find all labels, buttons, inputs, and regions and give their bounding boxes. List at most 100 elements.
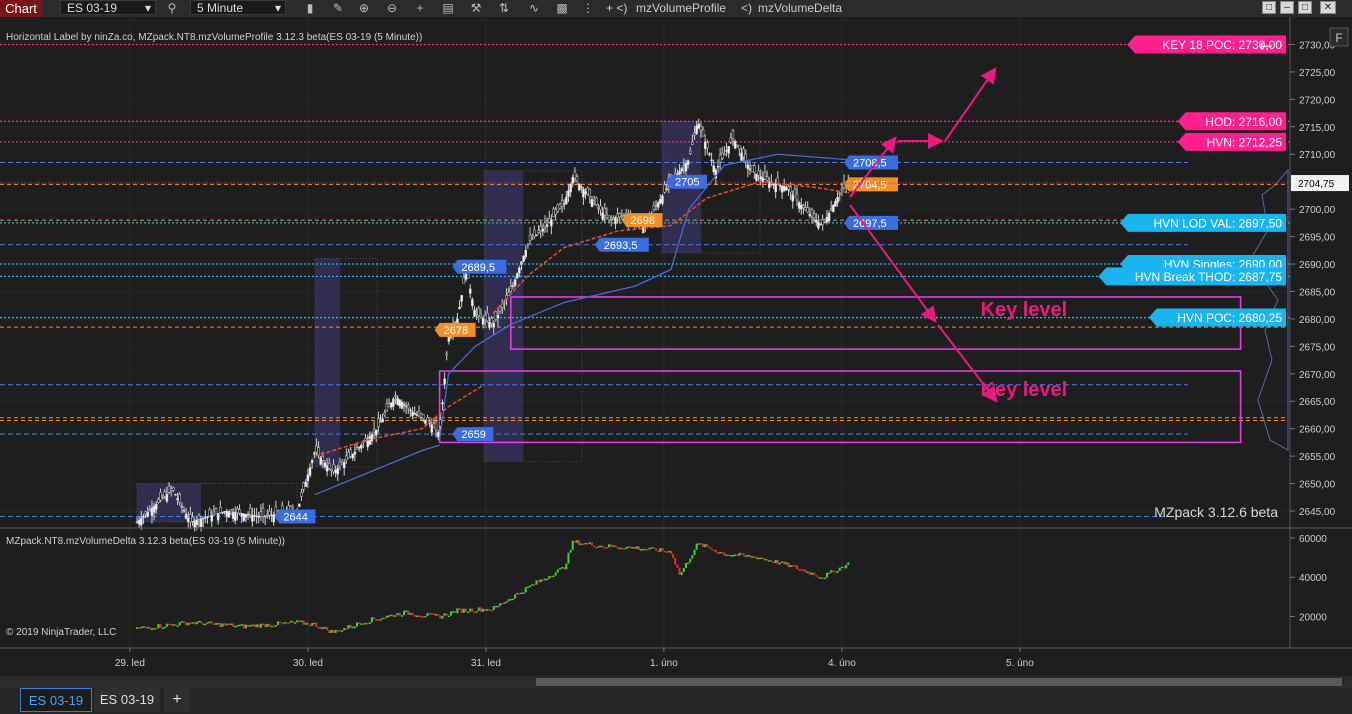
delta-bar [458, 608, 461, 610]
delta-bar [787, 562, 790, 568]
candle-body [518, 267, 521, 274]
candle-body [571, 177, 574, 184]
delta-bar [430, 613, 433, 615]
candle-body [656, 202, 660, 208]
candle-body [791, 194, 795, 202]
back-arrow-icon[interactable]: ← [1258, 36, 1273, 57]
price-tick-label: 2725,00 [1299, 68, 1336, 79]
delta-bar [276, 621, 279, 626]
candle-body [206, 516, 209, 518]
chart-area[interactable]: 2708,52705 2704,52698 2697,52693,52689,526… [0, 0, 1352, 688]
delta-bar [234, 625, 237, 628]
delta-bar [432, 613, 435, 615]
delta-bar [405, 610, 408, 613]
candle-body [748, 168, 752, 171]
candle-body [310, 460, 314, 464]
delta-bar [810, 572, 813, 575]
add-tab-button[interactable]: + [164, 688, 190, 712]
candle-body [614, 217, 617, 225]
candle-body [225, 510, 228, 516]
candle-body [304, 481, 307, 487]
delta-bar [341, 630, 344, 632]
delta-bar [499, 603, 502, 606]
candle-body [357, 447, 361, 449]
delta-bar [738, 552, 741, 556]
candle-body [413, 413, 416, 415]
delta-bar [400, 615, 403, 617]
candle-body [417, 411, 421, 417]
price-tick-label: 2700,00 [1299, 205, 1336, 216]
watermark-text: MZpack 3.12.6 beta [1154, 504, 1278, 520]
delta-bar [494, 605, 497, 608]
delta-bar [723, 552, 726, 556]
delta-bar [708, 546, 711, 549]
candle-body [471, 299, 474, 306]
delta-bar [358, 622, 361, 624]
volume-profile-block [315, 258, 340, 468]
delta-bar [716, 552, 719, 554]
delta-bar [217, 623, 220, 625]
delta-bar [197, 620, 200, 623]
delta-bar [424, 616, 427, 618]
delta-bar [449, 611, 452, 616]
delta-bar [298, 620, 301, 622]
candle-body [272, 514, 275, 523]
candle-body [725, 150, 728, 152]
candle-body [750, 165, 754, 172]
candle-body [721, 152, 724, 159]
delta-bar [806, 571, 809, 574]
candle-body [389, 402, 393, 408]
candle-body [201, 517, 205, 520]
delta-bar [817, 576, 820, 579]
delta-bar [537, 580, 540, 583]
price-tick-label: 2655,00 [1299, 452, 1336, 463]
candle-body [817, 221, 820, 229]
delta-bar [729, 555, 732, 557]
candle-body [731, 130, 735, 139]
candle-body [244, 513, 248, 518]
candle-body [703, 141, 707, 149]
delta-bar [511, 598, 514, 601]
delta-bar [426, 613, 429, 617]
candle-body [481, 318, 485, 325]
delta-bar [257, 624, 260, 628]
candle-body [342, 461, 346, 469]
delta-bar [620, 547, 623, 550]
level-tag-label: 2644 [283, 512, 307, 524]
tab-es-03-19[interactable]: ES 03-19 [94, 688, 160, 712]
delta-bar [605, 547, 608, 549]
delta-bar [212, 623, 215, 625]
candle-body [240, 513, 243, 517]
candle-body [785, 186, 788, 191]
delta-bar [637, 546, 640, 550]
horizontal-scrollbar-thumb[interactable] [536, 678, 1342, 686]
delta-bar [227, 623, 230, 626]
chart-background [0, 17, 1352, 688]
delta-bar [409, 612, 412, 615]
delta-bar [595, 547, 598, 549]
candle-body [270, 514, 273, 517]
delta-bar [770, 560, 773, 562]
delta-bar [413, 615, 416, 617]
candle-body [686, 160, 690, 165]
price-tick-label: 2645,00 [1299, 507, 1336, 518]
tab-es-03-19-active[interactable]: ES 03-19 [20, 688, 92, 712]
delta-bar [565, 563, 568, 570]
delta-bar [422, 616, 425, 618]
price-tick-label: 2650,00 [1299, 480, 1336, 491]
delta-bar [392, 614, 395, 617]
candle-body [597, 206, 600, 209]
delta-bar [665, 551, 668, 553]
delta-bar [802, 569, 805, 571]
delta-bar [740, 552, 743, 555]
delta-bar [174, 624, 177, 626]
delta-bar [332, 629, 335, 633]
delta-bar [691, 555, 694, 559]
delta-bar [674, 558, 677, 565]
candle-body [616, 213, 619, 218]
delta-bar [778, 562, 781, 565]
candle-body [234, 512, 237, 521]
delta-bar [291, 620, 294, 623]
candle-body [263, 515, 267, 518]
delta-bar [766, 558, 769, 561]
